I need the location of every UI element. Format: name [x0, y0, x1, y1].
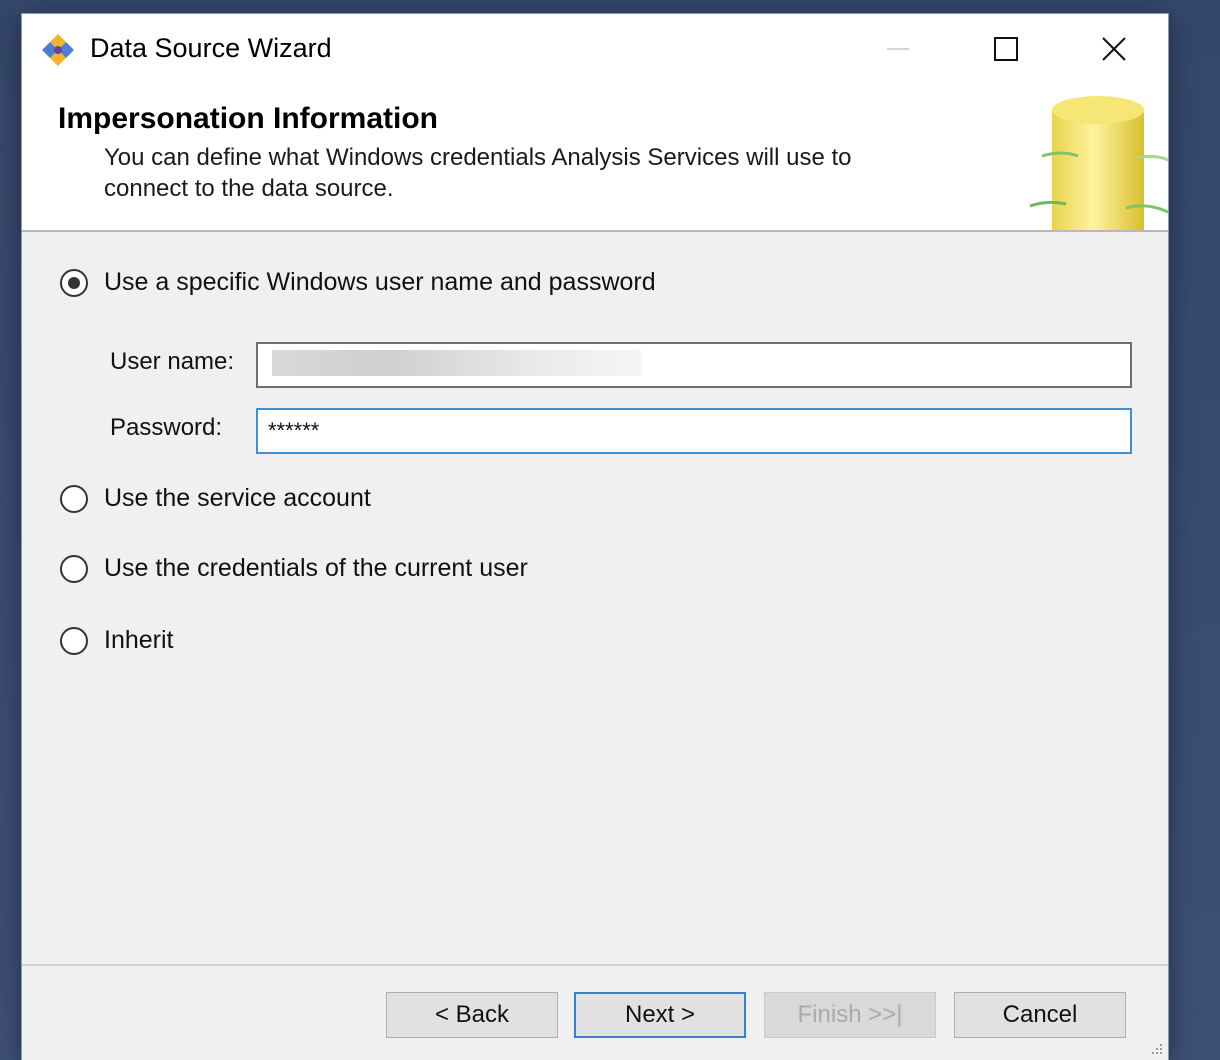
wizard-window: Data Source Wizard Impersonation Informa… — [22, 14, 1168, 1060]
minimize-icon — [887, 48, 909, 50]
option-label: Use the credentials of the current user — [104, 554, 528, 582]
back-button[interactable]: < Back — [386, 992, 558, 1038]
password-label: Password: — [110, 414, 223, 441]
password-input[interactable] — [256, 408, 1132, 454]
next-button[interactable]: Next > — [574, 992, 746, 1038]
page-title: Impersonation Information — [58, 102, 439, 135]
radio-specific-user[interactable] — [60, 268, 88, 297]
title-bar[interactable]: Data Source Wizard — [22, 14, 1168, 84]
page-description: You can define what Windows credentials … — [104, 144, 852, 202]
maximize-icon — [994, 37, 1018, 61]
desktop: Data Source Wizard Impersonation Informa… — [0, 0, 1220, 1060]
footer-divider — [22, 964, 1168, 966]
finish-button: Finish >>| — [764, 992, 936, 1038]
close-icon — [1102, 37, 1126, 61]
option-label: Inherit — [104, 626, 174, 654]
radio-service-account[interactable] — [60, 484, 88, 513]
wizard-diamond-icon — [42, 34, 74, 66]
radio-current-user[interactable] — [60, 554, 88, 583]
option-service-account[interactable]: Use the service account — [60, 484, 371, 513]
wizard-header: Impersonation Information You can define… — [22, 84, 1168, 232]
cancel-button[interactable]: Cancel — [954, 992, 1126, 1038]
option-specific-user[interactable]: Use a specific Windows user name and pas… — [60, 268, 656, 297]
username-label: User name: — [110, 348, 235, 375]
wizard-content: Use a specific Windows user name and pas… — [22, 232, 1168, 964]
close-button[interactable] — [1068, 14, 1160, 84]
option-current-user[interactable]: Use the credentials of the current user — [60, 554, 528, 583]
option-label: Use the service account — [104, 484, 371, 512]
username-input[interactable] — [256, 342, 1132, 388]
maximize-button[interactable] — [960, 14, 1052, 84]
option-label: Use a specific Windows user name and pas… — [104, 268, 656, 296]
radio-inherit[interactable] — [60, 626, 88, 655]
database-cylinder-icon — [1029, 96, 1168, 230]
option-inherit[interactable]: Inherit — [60, 626, 173, 655]
resize-grip-icon[interactable] — [1150, 1042, 1164, 1056]
minimize-button[interactable] — [852, 14, 944, 84]
window-title: Data Source Wizard — [90, 33, 332, 63]
